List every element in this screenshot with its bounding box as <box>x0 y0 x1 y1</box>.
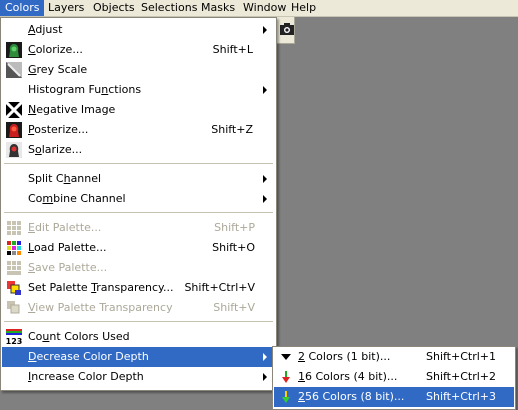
menu-item-histogram-functions[interactable]: Histogram Functions <box>2 80 275 100</box>
sixteen-colors-icon <box>282 371 290 383</box>
colors-menu: Adjust Colorize... Shift+L Grey Scale Hi… <box>0 17 277 391</box>
menu-item-2-colors[interactable]: 2 Colors (1 bit)... Shift+Ctrl+1 <box>274 347 514 367</box>
two-colors-icon <box>281 354 291 360</box>
menu-item-increase-color-depth[interactable]: Increase Color Depth <box>2 367 275 387</box>
decrease-color-depth-submenu: 2 Colors (1 bit)... Shift+Ctrl+1 16 Colo… <box>272 346 516 410</box>
view-transparency-icon <box>7 301 20 314</box>
menu-layers[interactable]: Layers <box>43 0 89 16</box>
menu-colors[interactable]: Colors <box>0 0 45 16</box>
menu-separator <box>4 212 273 213</box>
submenu-arrow-icon <box>263 373 267 381</box>
menu-item-edit-palette[interactable]: Edit Palette... Shift+P <box>2 218 275 238</box>
solarize-icon <box>6 142 22 158</box>
submenu-arrow-icon <box>263 86 267 94</box>
submenu-arrow-icon <box>263 26 267 34</box>
menu-item-grey-scale[interactable]: Grey Scale <box>2 60 275 80</box>
menu-item-split-channel[interactable]: Split Channel <box>2 169 275 189</box>
count-colors-icon: 123 <box>6 329 22 345</box>
grey-scale-icon <box>6 62 22 78</box>
menu-item-count-colors-used[interactable]: 123 Count Colors Used <box>2 327 275 347</box>
submenu-arrow-icon <box>263 175 267 183</box>
load-palette-icon <box>7 241 21 255</box>
menu-separator <box>4 321 273 322</box>
menu-item-256-colors[interactable]: 256 Colors (8 bit)... Shift+Ctrl+3 <box>274 387 514 407</box>
menu-item-set-palette-transparency[interactable]: Set Palette Transparency... Shift+Ctrl+V <box>2 278 275 298</box>
menu-item-view-palette-transparency[interactable]: View Palette Transparency Shift+V <box>2 298 275 318</box>
menu-item-load-palette[interactable]: Load Palette... Shift+O <box>2 238 275 258</box>
menu-item-16-colors[interactable]: 16 Colors (4 bit)... Shift+Ctrl+2 <box>274 367 514 387</box>
negative-image-icon <box>6 102 22 118</box>
menu-item-save-palette[interactable]: Save Palette... <box>2 258 275 278</box>
menu-masks[interactable]: Masks <box>196 0 240 16</box>
save-palette-icon <box>7 261 21 275</box>
submenu-arrow-icon <box>263 353 267 361</box>
colorize-icon <box>6 42 22 58</box>
menu-item-combine-channel[interactable]: Combine Channel <box>2 189 275 209</box>
menu-item-decrease-color-depth[interactable]: Decrease Color Depth <box>2 347 275 367</box>
posterize-icon <box>6 122 22 138</box>
edit-palette-icon <box>7 221 21 235</box>
menu-item-posterize[interactable]: Posterize... Shift+Z <box>2 120 275 140</box>
menu-item-adjust[interactable]: Adjust <box>2 20 275 40</box>
menu-selections[interactable]: Selections <box>136 0 202 16</box>
set-transparency-icon <box>7 281 21 295</box>
256-colors-icon <box>282 391 290 403</box>
menu-window[interactable]: Window <box>238 0 291 16</box>
menu-item-colorize[interactable]: Colorize... Shift+L <box>2 40 275 60</box>
menu-bar: Colors Layers Objects Selections Masks W… <box>0 0 518 17</box>
menu-item-negative-image[interactable]: Negative Image <box>2 100 275 120</box>
menu-item-solarize[interactable]: Solarize... <box>2 140 275 160</box>
menu-separator <box>4 163 273 164</box>
svg-text:123: 123 <box>6 337 22 345</box>
menu-objects[interactable]: Objects <box>88 0 140 16</box>
submenu-arrow-icon <box>263 195 267 203</box>
menu-help[interactable]: Help <box>286 0 321 16</box>
camera-icon[interactable] <box>279 21 295 37</box>
